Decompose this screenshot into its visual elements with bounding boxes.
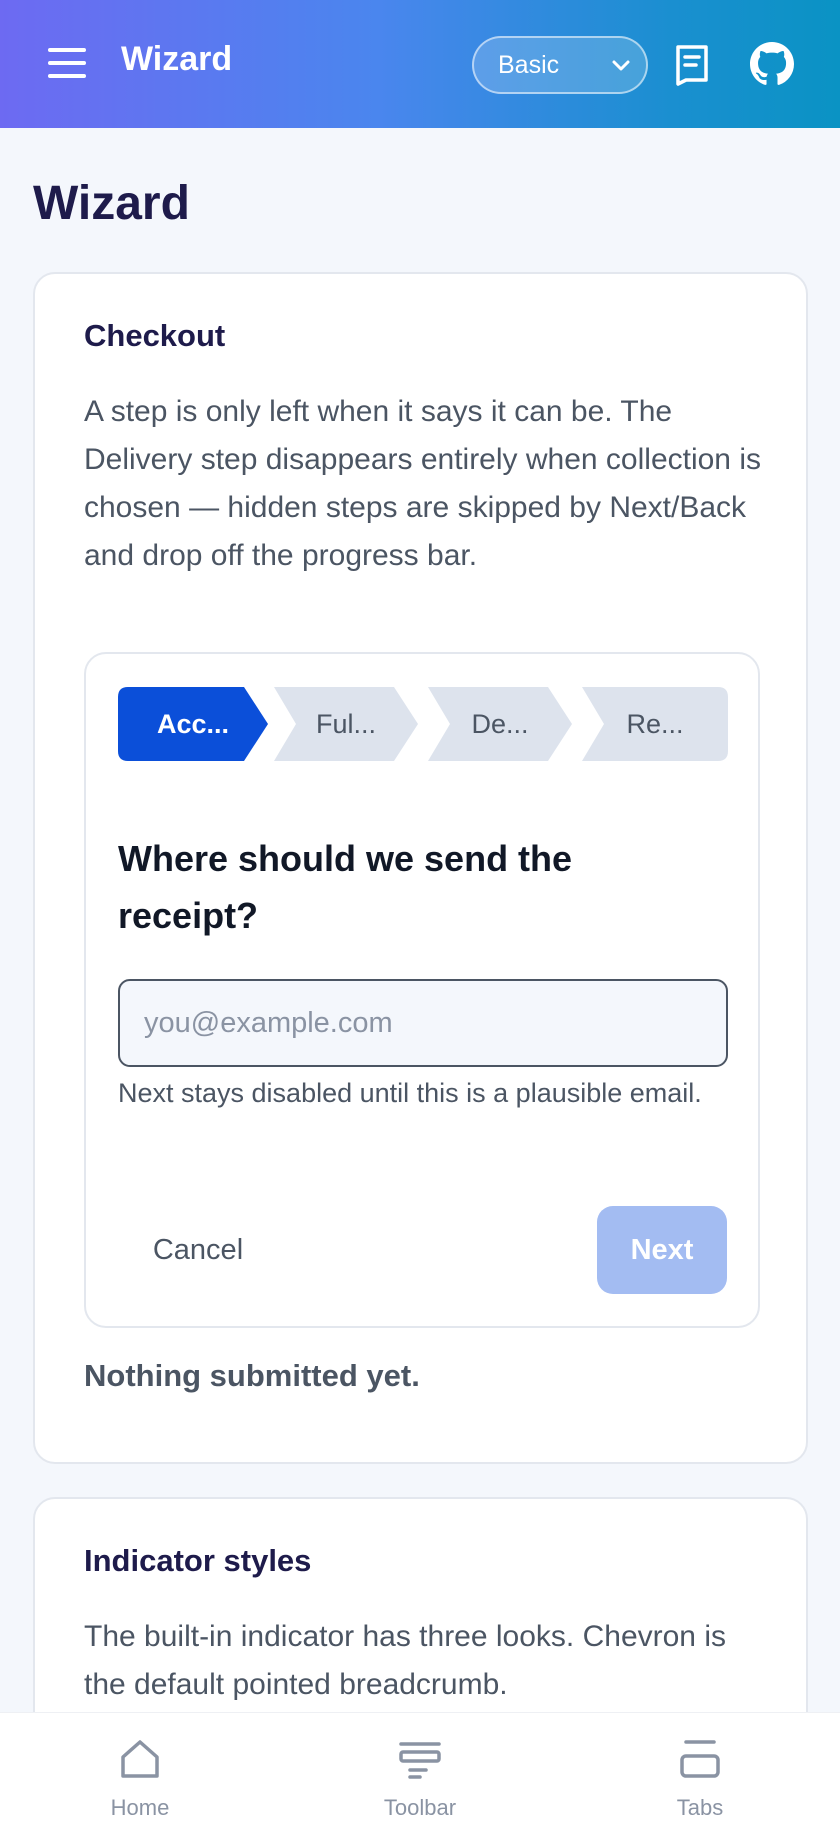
- cancel-button[interactable]: Cancel: [118, 1206, 278, 1294]
- nav-home[interactable]: Home: [70, 1713, 210, 1824]
- indicator-description: The built-in indicator has three looks. …: [84, 1620, 726, 1701]
- indicator-title: Indicator styles: [84, 1543, 312, 1578]
- email-hint: Next stays disabled until this is a plau…: [118, 1078, 702, 1108]
- nav-home-label: Home: [110, 1795, 170, 1820]
- home-icon: [121, 1740, 159, 1778]
- submission-status: Nothing submitted yet.: [84, 1358, 420, 1393]
- nav-tabs-label: Tabs: [676, 1795, 724, 1820]
- step-indicator: Acc... Ful... De... Re...: [118, 687, 728, 761]
- step-fulfilment[interactable]: Ful...: [274, 687, 418, 761]
- email-field[interactable]: [118, 979, 728, 1067]
- book-icon[interactable]: [672, 44, 712, 86]
- step-label: De...: [471, 708, 529, 739]
- variant-select[interactable]: Basic: [472, 36, 648, 94]
- page-title: Wizard: [33, 177, 190, 230]
- checkout-card: Checkout A step is only left when it say…: [33, 272, 808, 1464]
- wizard: Acc... Ful... De... Re... Where should w…: [84, 652, 760, 1328]
- hamburger-icon[interactable]: [48, 48, 86, 78]
- tabs-icon: [680, 1740, 720, 1778]
- step-question: Where should we send the receipt?: [118, 838, 573, 936]
- step-review[interactable]: Re...: [582, 687, 728, 761]
- step-label: Acc...: [156, 708, 230, 739]
- next-button[interactable]: Next: [597, 1206, 727, 1294]
- step-label: Ful...: [315, 708, 376, 739]
- toolbar-icon: [399, 1742, 441, 1779]
- bottom-nav: Home Toolbar Tabs: [0, 1712, 840, 1824]
- github-icon[interactable]: [750, 42, 794, 86]
- checkout-description: A step is only left when it says it can …: [84, 395, 761, 572]
- app-header: Wizard Basic: [0, 0, 840, 128]
- checkout-title: Checkout: [84, 318, 226, 353]
- chevron-down-icon: [612, 60, 630, 71]
- step-delivery[interactable]: De...: [428, 687, 572, 761]
- step-account[interactable]: Acc...: [118, 687, 268, 761]
- nav-toolbar[interactable]: Toolbar: [350, 1713, 490, 1824]
- step-label: Re...: [626, 708, 684, 739]
- nav-tabs[interactable]: Tabs: [630, 1713, 770, 1824]
- variant-select-value: Basic: [498, 50, 560, 79]
- nav-toolbar-label: Toolbar: [383, 1795, 457, 1820]
- app-title: Wizard: [121, 40, 233, 78]
